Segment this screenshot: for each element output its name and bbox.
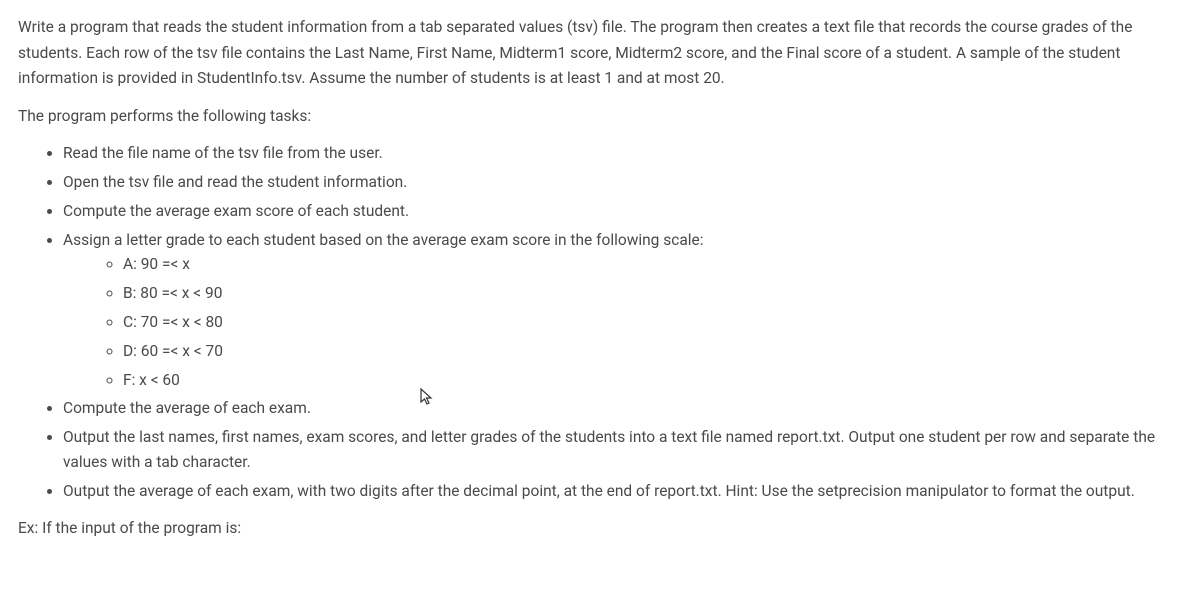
grade-scale-item: C: 70 =< x < 80	[123, 310, 1182, 335]
task-item-text: Assign a letter grade to each student ba…	[63, 231, 704, 249]
task-item: Compute the average of each exam.	[63, 396, 1182, 421]
grade-scale-item: A: 90 =< x	[123, 252, 1182, 277]
intro-paragraph: Write a program that reads the student i…	[18, 15, 1182, 92]
tasks-list: Read the file name of the tsv file from …	[63, 141, 1182, 503]
grade-scale-item: B: 80 =< x < 90	[123, 281, 1182, 306]
task-item: Assign a letter grade to each student ba…	[63, 228, 1182, 393]
grade-scale-list: A: 90 =< x B: 80 =< x < 90 C: 70 =< x < …	[123, 252, 1182, 392]
example-heading: Ex: If the input of the program is:	[18, 516, 1182, 542]
task-item: Compute the average exam score of each s…	[63, 199, 1182, 224]
grade-scale-item: F: x < 60	[123, 368, 1182, 393]
task-item: Read the file name of the tsv file from …	[63, 141, 1182, 166]
task-item: Output the last names, first names, exam…	[63, 425, 1182, 475]
task-item: Output the average of each exam, with tw…	[63, 479, 1182, 504]
grade-scale-item: D: 60 =< x < 70	[123, 339, 1182, 364]
task-item: Open the tsv file and read the student i…	[63, 170, 1182, 195]
tasks-heading: The program performs the following tasks…	[18, 104, 1182, 130]
